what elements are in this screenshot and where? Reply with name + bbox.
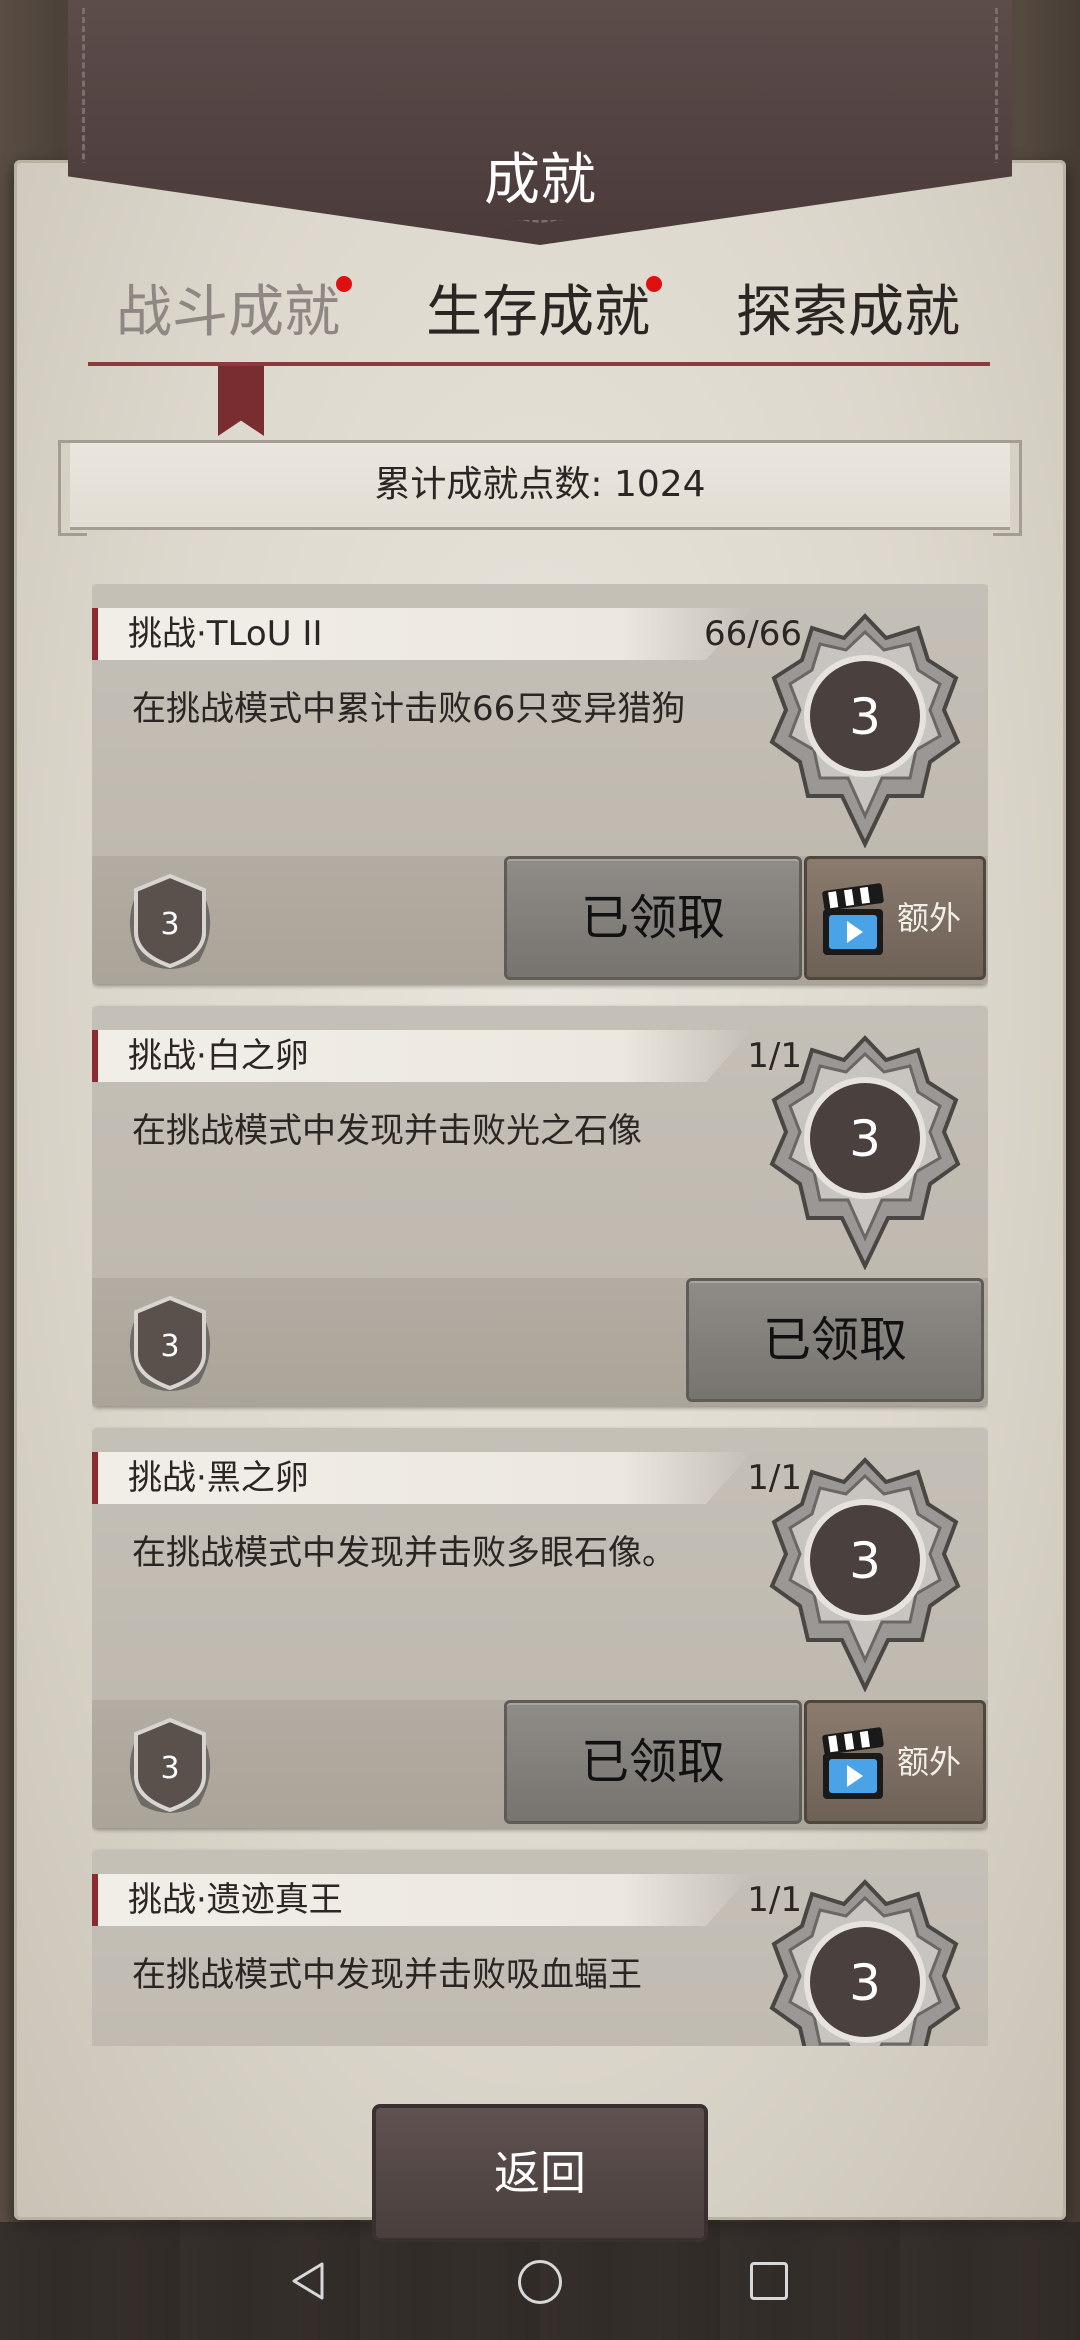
reward-medal-icon: 3 (129, 873, 211, 969)
page-title: 成就 (484, 148, 596, 213)
back-button[interactable]: 返回 (372, 2104, 708, 2242)
nav-home-icon[interactable] (518, 2260, 562, 2304)
medal-value: 3 (849, 688, 881, 746)
achievement-description: 在挑战模式中累计击败66只变异猎狗 (132, 689, 686, 729)
silver-medal-icon: 3 (769, 1035, 961, 1270)
achievement-points-text: 累计成就点数: 1024 (374, 464, 706, 505)
notification-dot (336, 276, 352, 292)
extra-label: 额外 (897, 899, 962, 937)
extra-reward-button[interactable]: 额外 (804, 856, 986, 980)
reward-value: 3 (160, 1751, 179, 1786)
nav-recents-icon[interactable] (750, 2262, 788, 2300)
reward-medal-icon: 3 (129, 1717, 211, 1813)
tab-label: 生存成就 (426, 280, 650, 345)
reward-value: 3 (160, 1329, 179, 1364)
extra-label: 额外 (897, 1743, 962, 1781)
tab-underline (88, 362, 990, 366)
notification-dot (646, 276, 662, 292)
tab-label: 探索成就 (736, 280, 960, 345)
video-clapper-icon (822, 883, 884, 955)
achievement-card: 挑战·TLoU II 66/66 在挑战模式中累计击败66只变异猎狗 3 3 已… (92, 584, 988, 984)
reward-value: 3 (160, 907, 179, 942)
achievement-name: 挑战·TLoU II (128, 614, 323, 654)
tab-combat-achievements[interactable]: 战斗成就 (88, 268, 368, 358)
achievement-description: 在挑战模式中发现并击败光之石像 (132, 1111, 642, 1151)
silver-medal-icon: 3 (769, 613, 961, 848)
medal-value: 3 (849, 1954, 881, 2012)
achievement-card: 挑战·遗迹真王 1/1 在挑战模式中发现并击败吸血蝠王 3 (92, 1850, 988, 2046)
tab-exploration-achievements[interactable]: 探索成就 (708, 268, 988, 358)
achievement-card: 挑战·白之卵 1/1 在挑战模式中发现并击败光之石像 3 3 已领取 (92, 1006, 988, 1406)
reward-medal-icon: 3 (129, 1295, 211, 1391)
medal-value: 3 (849, 1110, 881, 1168)
silver-medal-icon: 3 (769, 1457, 961, 1692)
tab-bar: 战斗成就 生存成就 探索成就 (88, 268, 988, 358)
achievement-name: 挑战·黑之卵 (128, 1458, 309, 1498)
medal-value: 3 (849, 1532, 881, 1590)
claimed-button[interactable]: 已领取 (686, 1278, 984, 1402)
claimed-button[interactable]: 已领取 (504, 1700, 802, 1824)
achievement-name: 挑战·白之卵 (128, 1036, 309, 1076)
nav-back-icon[interactable] (288, 2260, 330, 2302)
achievement-points-bar: 累计成就点数: 1024 (58, 440, 1022, 536)
claimed-button[interactable]: 已领取 (504, 856, 802, 980)
tab-label: 战斗成就 (116, 280, 340, 345)
silver-medal-icon: 3 (769, 1879, 961, 2046)
achievement-description: 在挑战模式中发现并击败吸血蝠王 (132, 1955, 642, 1995)
extra-reward-button[interactable]: 额外 (804, 1700, 986, 1824)
achievement-list[interactable]: 挑战·TLoU II 66/66 在挑战模式中累计击败66只变异猎狗 3 3 已… (92, 584, 988, 2046)
video-clapper-icon (822, 1727, 884, 1799)
tab-survival-achievements[interactable]: 生存成就 (398, 268, 678, 358)
achievement-name: 挑战·遗迹真王 (128, 1880, 343, 1920)
achievement-card: 挑战·黑之卵 1/1 在挑战模式中发现并击败多眼石像。 3 3 已领取 额外 (92, 1428, 988, 1828)
achievement-description: 在挑战模式中发现并击败多眼石像。 (132, 1533, 676, 1573)
